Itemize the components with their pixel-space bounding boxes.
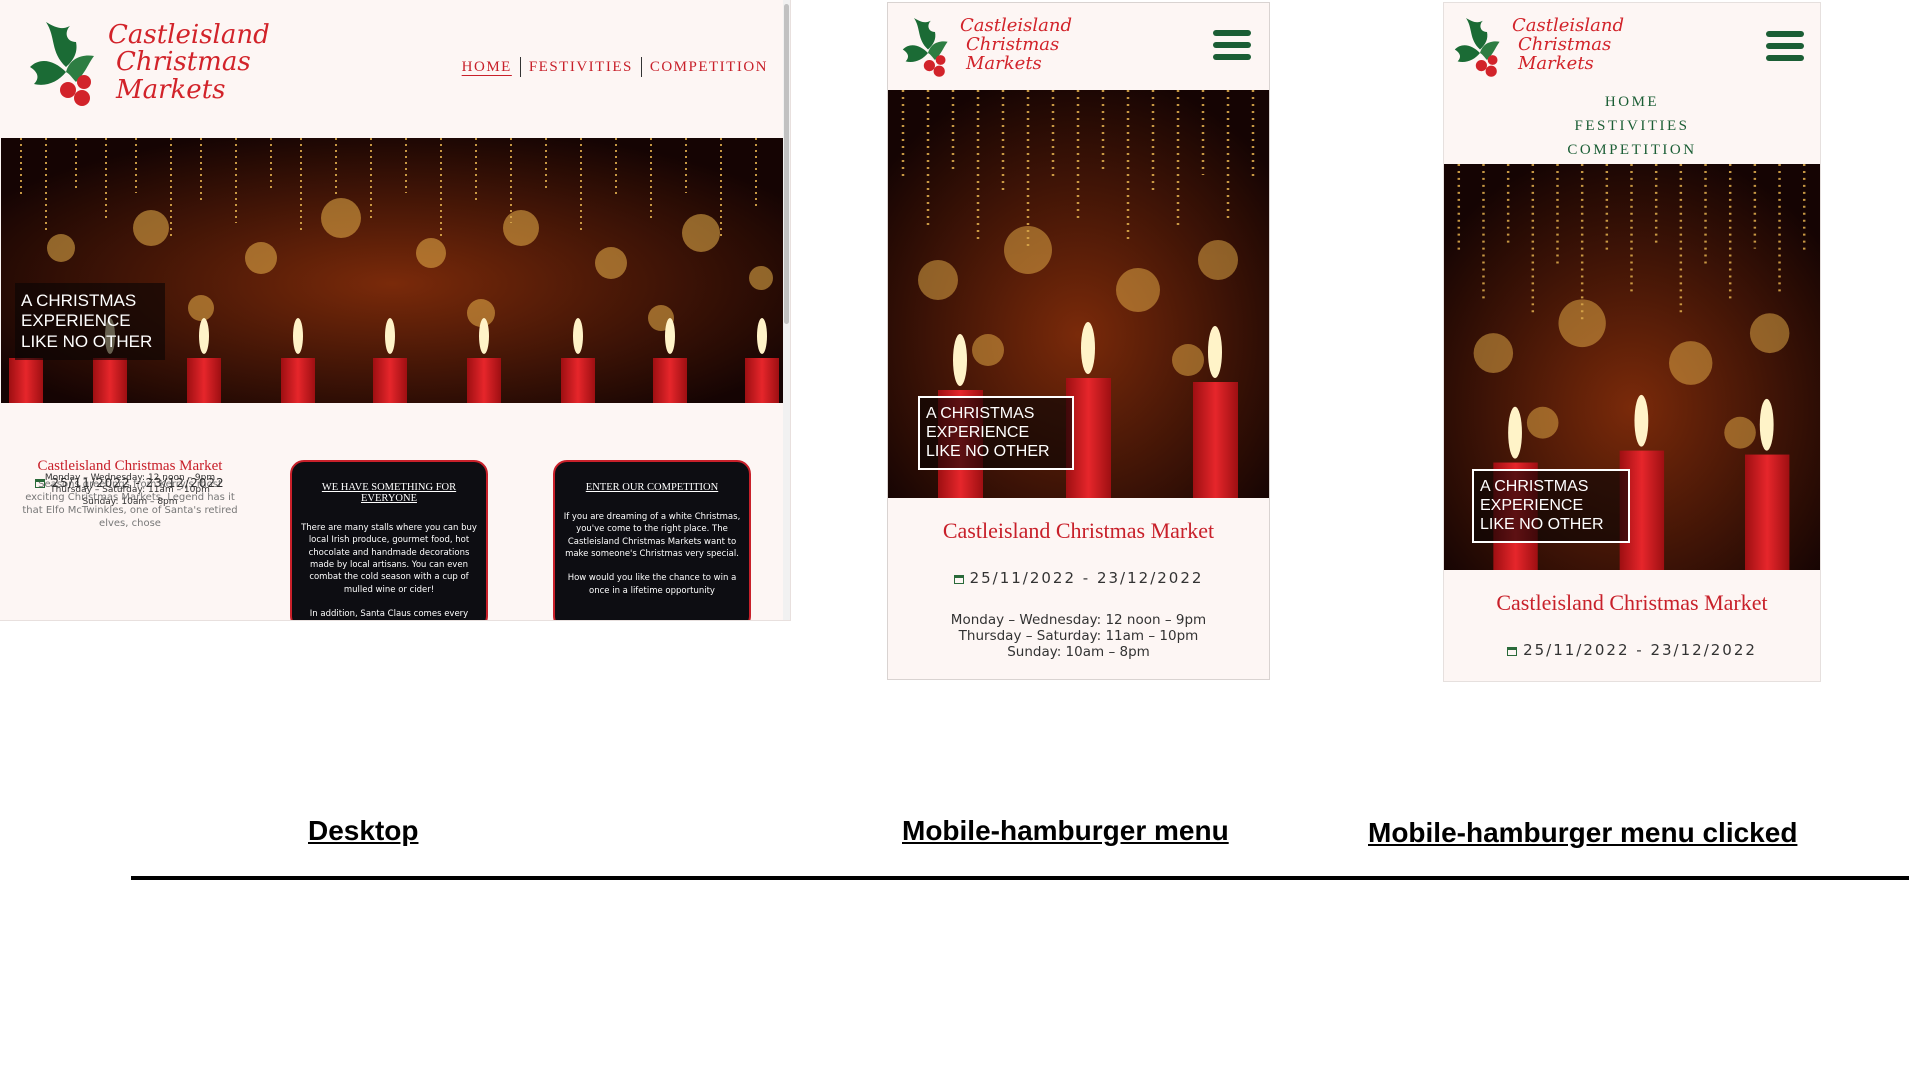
card-body: How would you like the chance to win a o… [567, 573, 737, 596]
hero-caption: A CHRISTMAS EXPERIENCE LIKE NO OTHER [918, 396, 1074, 470]
divider-line [131, 876, 1909, 880]
nav-home[interactable]: HOME [1444, 90, 1820, 114]
scrollbar[interactable] [783, 0, 790, 620]
logo-wordmark: Castleisland Christmas Markets [108, 20, 270, 105]
hamburger-icon[interactable] [1766, 31, 1804, 61]
hero-image: A CHRISTMAS EXPERIENCE LIKE NO OTHER [888, 90, 1269, 498]
market-title: Castleisland Christmas Market [942, 518, 1215, 543]
card-title: ENTER OUR COMPETITION [585, 482, 719, 493]
market-info: Castleisland Christmas Market 25/11/2022… [20, 458, 240, 530]
desktop-screenshot: Castleisland Christmas Markets HOME FEST… [0, 0, 790, 620]
hero-caption: A CHRISTMAS EXPERIENCE LIKE NO OTHER [1472, 469, 1630, 543]
card-enter-competition[interactable]: ENTER OUR COMPETITION If you are dreamin… [553, 460, 751, 620]
market-dates: 25/11/2022 - 23/12/2022 [1444, 641, 1820, 659]
holly-logo-icon [902, 18, 948, 77]
site-logo[interactable]: Castleisland Christmas Markets [26, 12, 270, 112]
label-mobile-clicked: Mobile-hamburger menu clicked [1368, 817, 1798, 848]
card-body: In addition, Santa Claus comes every [309, 608, 469, 619]
hamburger-icon[interactable] [1213, 30, 1251, 60]
opening-hours: Monday – Wednesday: 12 noon – 9pm Thursd… [44, 473, 216, 508]
holly-logo-icon [1454, 18, 1500, 77]
hero-image: A CHRISTMAS EXPERIENCE LIKE NO OTHER [1, 138, 784, 403]
site-logo[interactable]: Castleisland Christmas Markets [1450, 11, 1624, 81]
nav-competition[interactable]: COMPETITION [1444, 138, 1820, 162]
calendar-icon [1507, 647, 1518, 656]
site-logo[interactable]: Castleisland Christmas Markets [898, 11, 1072, 81]
logo-wordmark: Castleisland Christmas Markets [960, 15, 1072, 74]
market-dates: 25/11/2022 - 23/12/2022 [888, 569, 1269, 587]
hero-caption: A CHRISTMAS EXPERIENCE LIKE NO OTHER [15, 283, 165, 361]
nav-home[interactable]: HOME [454, 59, 520, 76]
scrollbar-thumb[interactable] [784, 4, 789, 324]
label-desktop: Desktop [308, 815, 419, 846]
holly-logo-icon [30, 22, 94, 106]
mobile-menu-open-screenshot: Castleisland Christmas Markets HOME FEST… [1444, 3, 1820, 681]
card-body: There are many stalls where you can buy … [301, 523, 477, 595]
logo-wordmark: Castleisland Christmas Markets [1512, 15, 1624, 74]
mobile-screenshot: Castleisland Christmas Markets A CHRISTM… [888, 3, 1269, 679]
opening-hours: Monday – Wednesday: 12 noon – 9pm Thursd… [950, 612, 1207, 661]
main-nav: HOME FESTIVITIES COMPETITION [454, 57, 776, 77]
market-title: Castleisland Christmas Market [1496, 590, 1768, 615]
hero-image: A CHRISTMAS EXPERIENCE LIKE NO OTHER [1444, 164, 1820, 570]
nav-competition[interactable]: COMPETITION [642, 59, 776, 76]
nav-festivities[interactable]: FESTIVITIES [521, 59, 641, 76]
card-body: If you are dreaming of a white Christmas… [563, 512, 741, 559]
card-title: WE HAVE SOMETHING FOR EVERYONE [321, 482, 457, 504]
calendar-icon [953, 575, 964, 584]
candles-image [1, 138, 784, 403]
nav-festivities[interactable]: FESTIVITIES [1444, 114, 1820, 138]
label-mobile: Mobile-hamburger menu [902, 815, 1229, 846]
card-something-for-everyone[interactable]: WE HAVE SOMETHING FOR EVERYONE There are… [290, 460, 488, 620]
mobile-nav-menu: HOME FESTIVITIES COMPETITION [1444, 90, 1820, 162]
